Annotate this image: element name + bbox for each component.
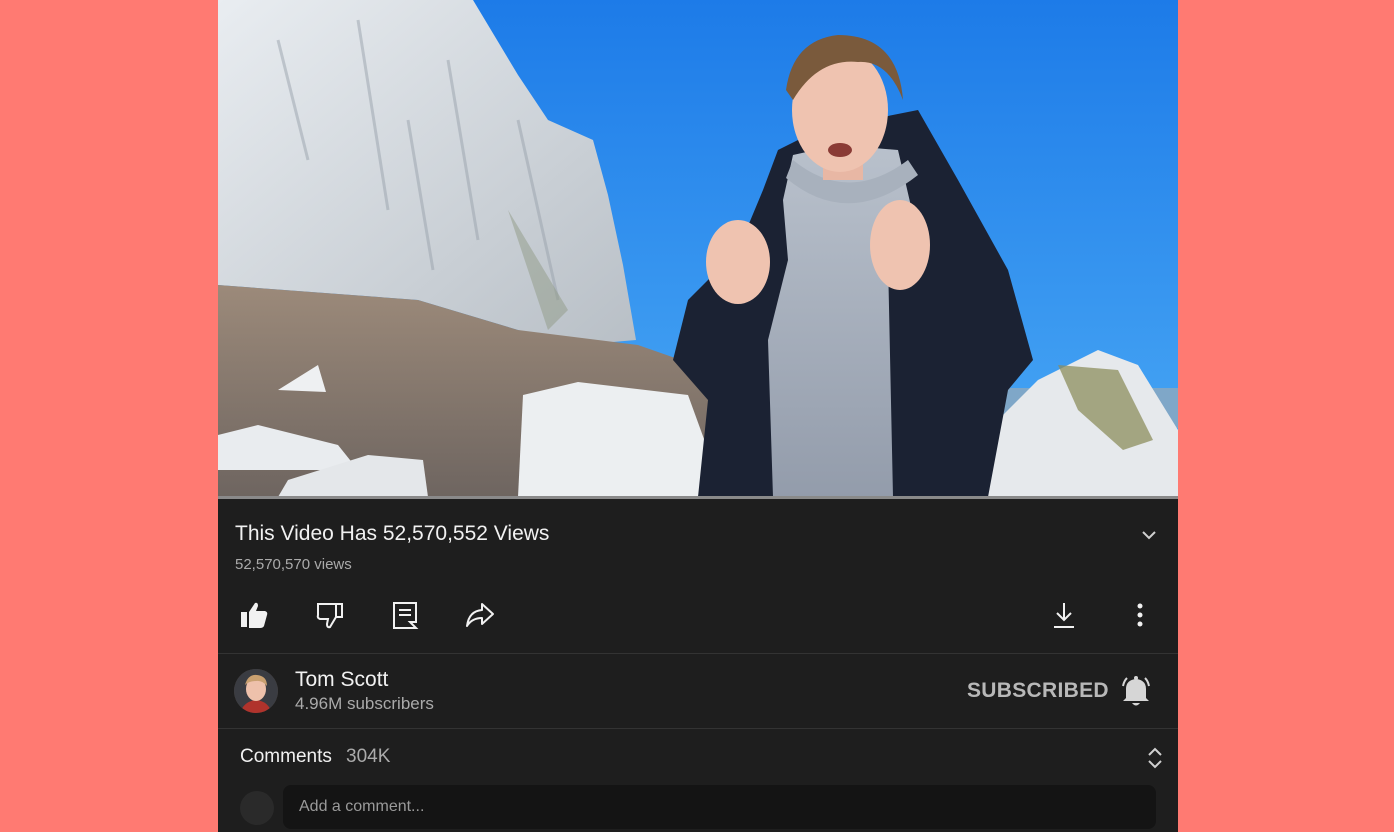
add-comment-input[interactable] <box>283 785 1156 829</box>
video-frame <box>218 0 1178 497</box>
like-icon <box>241 602 268 628</box>
notification-bell-icon[interactable] <box>1121 674 1151 708</box>
channel-row: Tom Scott 4.96M subscribers SUBSCRIBED <box>218 654 1178 728</box>
comment-icon <box>393 602 419 629</box>
user-avatar <box>240 791 274 825</box>
more-vertical-icon <box>1137 603 1143 627</box>
video-title: This Video Has 52,570,552 Views <box>235 522 550 545</box>
more-options-button[interactable] <box>1122 597 1158 633</box>
avatar-image <box>234 669 278 713</box>
channel-avatar[interactable] <box>234 669 278 713</box>
subscriber-count: 4.96M subscribers <box>295 694 434 713</box>
view-count: 52,570,570 views <box>235 556 352 573</box>
download-button[interactable] <box>1046 597 1082 633</box>
dislike-button[interactable] <box>312 597 348 633</box>
comments-label: Comments <box>240 746 332 767</box>
comments-count: 304K <box>346 746 391 767</box>
share-button[interactable] <box>462 597 498 633</box>
dislike-icon <box>316 603 343 629</box>
youtube-app: This Video Has 52,570,552 Views 52,570,5… <box>218 0 1178 832</box>
subscribed-button[interactable]: SUBSCRIBED <box>967 679 1109 703</box>
share-icon <box>466 603 494 627</box>
video-info: This Video Has 52,570,552 Views 52,570,5… <box>218 499 1178 653</box>
comments-section: Comments 304K <box>218 729 1178 832</box>
channel-name[interactable]: Tom Scott <box>295 668 388 692</box>
like-button[interactable] <box>236 597 272 633</box>
comments-button[interactable] <box>387 597 423 633</box>
video-player[interactable] <box>218 0 1178 497</box>
chevron-down-icon[interactable] <box>1136 525 1162 545</box>
expand-collapse-icon[interactable] <box>1144 745 1166 771</box>
download-icon <box>1054 603 1074 628</box>
